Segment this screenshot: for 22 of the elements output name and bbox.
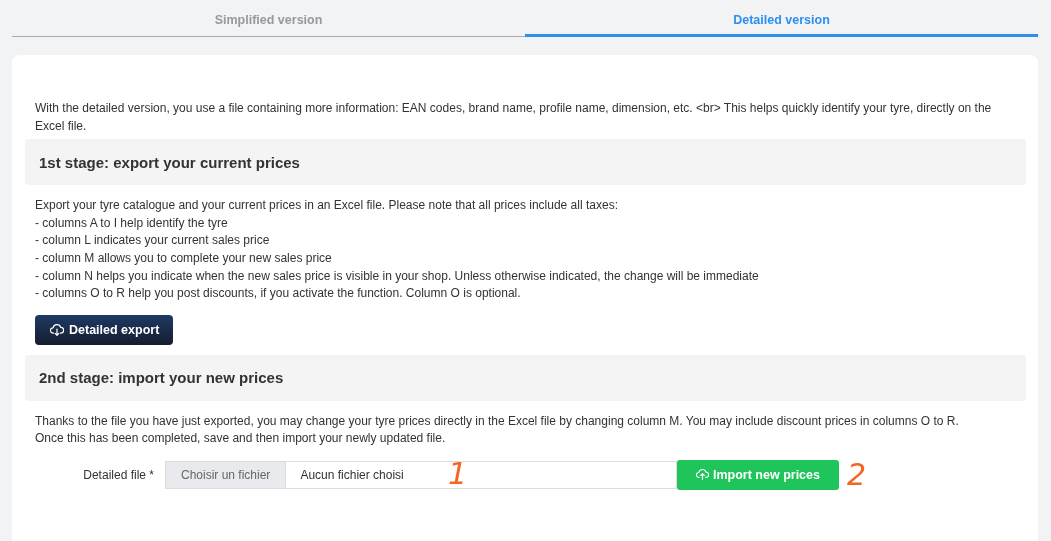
instruction-line: Once this has been completed, save and then import your newly updated file. xyxy=(35,430,447,448)
file-status: Aucun fichier choisi xyxy=(299,466,405,484)
choose-file-button[interactable]: Choisir un fichier xyxy=(166,461,287,488)
instruction-line: - column M allows you to complete your new sales price xyxy=(35,249,333,267)
instruction-line: - column N helps you indicate when the new sales price is visible in your shop. Unless otherwise indicated, the change will be immediate xyxy=(35,267,760,285)
annotation-number: 2 xyxy=(847,459,867,490)
tab[interactable]: Simplified version xyxy=(12,0,525,37)
export-button[interactable]: Detailed export xyxy=(35,314,174,345)
annotation-number: 1 xyxy=(448,458,468,489)
instruction-line: - columns A to I help identify the tyre xyxy=(35,214,229,232)
instruction-line: - column L indicates your current sales price xyxy=(35,232,271,250)
section-title: 2nd stage: import your new prices xyxy=(39,369,284,387)
cloud-upload-icon xyxy=(696,468,709,482)
instruction-line: - columns O to R help you post discounts, if you activate the function. Column O is optional. xyxy=(35,285,522,303)
cloud-download-icon xyxy=(50,322,64,337)
file-input[interactable]: Choisir un fichier Aucun fichier choisi 1 xyxy=(165,460,677,489)
intro-text: With the detailed version, you use a file containing more information: EAN codes, brand name, profile name, dimension, etc. <br> This helps quickly identify your tyre, directly on the Excel file. xyxy=(34,100,993,135)
instruction-line: Thanks to the file you have just exported, you may change your tyre prices directly in the Excel file by changing column M. You may include discount prices in columns O to R. xyxy=(35,412,960,430)
instruction-line: Export your tyre catalogue and your current prices in an Excel file. Please note that all prices include all taxes: xyxy=(35,197,619,215)
field-label: Detailed file * xyxy=(82,467,155,482)
section-title: 1st stage: export your current prices xyxy=(39,153,300,171)
tab[interactable]: Detailed version xyxy=(525,0,1038,37)
